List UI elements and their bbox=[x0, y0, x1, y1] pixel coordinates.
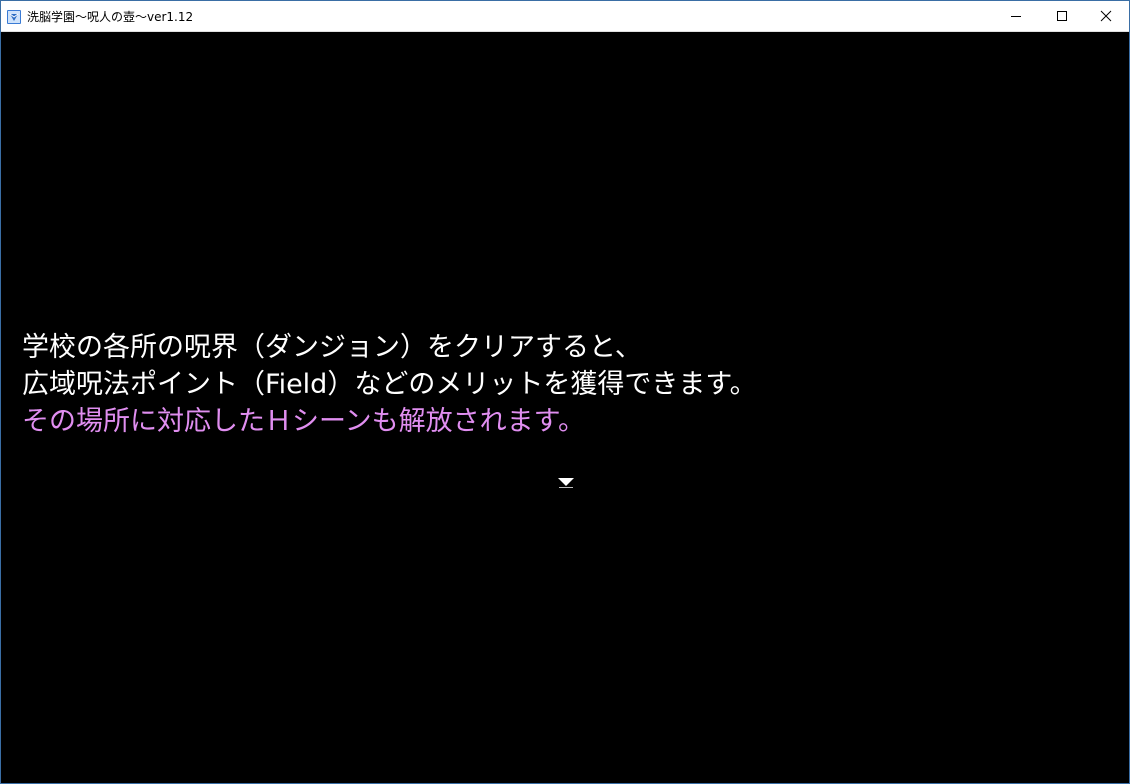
game-window: 洗脳学園～呪人の壺～ver1.12 学校の各所の呪界（ダンジョン）をクリアすると… bbox=[0, 0, 1130, 784]
minimize-icon bbox=[1011, 16, 1021, 17]
close-icon bbox=[1100, 10, 1112, 22]
maximize-button[interactable] bbox=[1039, 1, 1085, 31]
message-line-1: 学校の各所の呪界（ダンジョン）をクリアすると、 bbox=[22, 332, 642, 363]
close-button[interactable] bbox=[1083, 1, 1129, 31]
message-text: 学校の各所の呪界（ダンジョン）をクリアすると、 広域呪法ポイント（Field）な… bbox=[22, 329, 757, 440]
title-bar[interactable]: 洗脳学園～呪人の壺～ver1.12 bbox=[1, 1, 1129, 32]
game-screen[interactable]: 学校の各所の呪界（ダンジョン）をクリアすると、 広域呪法ポイント（Field）な… bbox=[1, 32, 1129, 783]
minimize-button[interactable] bbox=[993, 1, 1039, 31]
message-line-2: 広域呪法ポイント（Field）などのメリットを獲得できます。 bbox=[22, 369, 757, 400]
message-line-3-highlight: その場所に対応したＨシーンも解放されます。 bbox=[22, 406, 585, 437]
app-icon bbox=[7, 10, 21, 24]
triangle-down-icon[interactable] bbox=[558, 478, 574, 488]
window-title: 洗脳学園～呪人の壺～ver1.12 bbox=[27, 10, 194, 24]
maximize-icon bbox=[1057, 11, 1067, 21]
